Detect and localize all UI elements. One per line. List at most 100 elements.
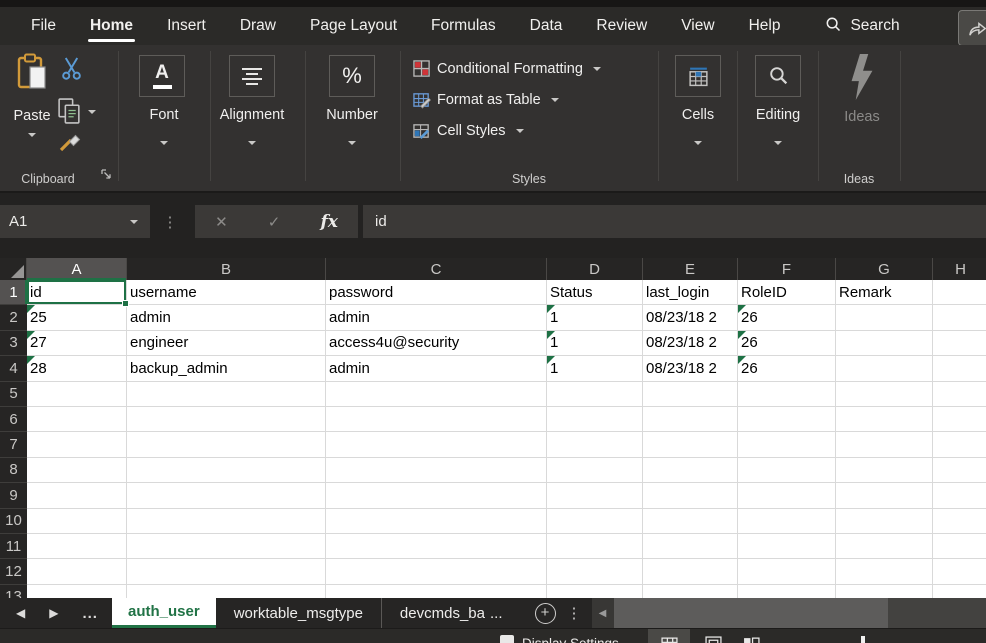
cell-G11[interactable] [836, 534, 933, 559]
font-dropdown-caret[interactable] [119, 132, 209, 150]
cell-H2[interactable] [933, 305, 986, 330]
cell-A2[interactable]: 25 [27, 305, 127, 330]
tab-options-icon[interactable]: ⋮ [567, 604, 582, 622]
sheet-overflow-indicator[interactable]: ... [82, 605, 98, 622]
select-all-corner[interactable] [0, 258, 27, 280]
column-header-C[interactable]: C [326, 258, 547, 280]
cell-D9[interactable] [547, 483, 643, 508]
cell-F8[interactable] [738, 458, 836, 483]
cell-B8[interactable] [127, 458, 326, 483]
cell-E4[interactable]: 08/23/18 2 [643, 356, 738, 381]
row-header-3[interactable]: 3 [0, 331, 27, 356]
cell-B1[interactable]: username [127, 280, 326, 305]
cell-H6[interactable] [933, 407, 986, 432]
row-header-12[interactable]: 12 [0, 559, 27, 584]
zoom-slider-handle[interactable] [861, 636, 865, 643]
cell-D8[interactable] [547, 458, 643, 483]
next-sheet-icon[interactable]: ▶ [49, 606, 58, 620]
clipboard-dialog-launcher-icon[interactable] [100, 167, 112, 185]
scroll-left-icon[interactable]: ◀ [592, 598, 614, 628]
alignment-button[interactable] [229, 55, 275, 97]
cell-H7[interactable] [933, 432, 986, 457]
cells-button[interactable] [675, 55, 721, 97]
menu-item-file[interactable]: File [14, 7, 73, 45]
column-header-H[interactable]: H [933, 258, 986, 280]
prev-sheet-icon[interactable]: ◀ [16, 606, 25, 620]
cell-D2[interactable]: 1 [547, 305, 643, 330]
cell-D12[interactable] [547, 559, 643, 584]
format-painter-button[interactable] [58, 129, 82, 153]
cell-E9[interactable] [643, 483, 738, 508]
page-break-view-button[interactable] [730, 629, 772, 643]
cell-D5[interactable] [547, 382, 643, 407]
row-header-10[interactable]: 10 [0, 509, 27, 534]
cell-B12[interactable] [127, 559, 326, 584]
cell-G12[interactable] [836, 559, 933, 584]
cell-B13[interactable] [127, 585, 326, 598]
cell-C9[interactable] [326, 483, 547, 508]
page-layout-view-button[interactable] [692, 629, 734, 643]
cell-F11[interactable] [738, 534, 836, 559]
cell-B3[interactable]: engineer [127, 331, 326, 356]
cells-dropdown-caret[interactable] [653, 132, 743, 150]
cell-G9[interactable] [836, 483, 933, 508]
cell-E8[interactable] [643, 458, 738, 483]
cell-C5[interactable] [326, 382, 547, 407]
cell-A3[interactable]: 27 [27, 331, 127, 356]
cell-B10[interactable] [127, 509, 326, 534]
fill-handle[interactable] [122, 300, 129, 307]
cell-B5[interactable] [127, 382, 326, 407]
formula-input[interactable]: id [363, 205, 986, 238]
cell-B2[interactable]: admin [127, 305, 326, 330]
display-settings-label[interactable]: Display Settings [522, 636, 619, 643]
row-header-11[interactable]: 11 [0, 534, 27, 559]
sheet-tab-devcmds_ba[interactable]: devcmds_ba... [381, 598, 521, 628]
cell-E3[interactable]: 08/23/18 2 [643, 331, 738, 356]
cell-D3[interactable]: 1 [547, 331, 643, 356]
cell-A10[interactable] [27, 509, 127, 534]
row-header-5[interactable]: 5 [0, 382, 27, 407]
horizontal-scrollbar[interactable]: ◀ [592, 598, 986, 628]
menu-item-data[interactable]: Data [513, 7, 580, 45]
insert-function-icon[interactable]: fx [320, 212, 337, 232]
formula-bar-handle[interactable]: ⋮ [160, 205, 180, 238]
add-sheet-button[interactable]: + [535, 603, 556, 624]
format-as-table-button[interactable]: Format as Table [413, 89, 559, 111]
cell-A1[interactable]: id [27, 280, 127, 305]
alignment-dropdown-caret[interactable] [207, 132, 297, 150]
cell-C11[interactable] [326, 534, 547, 559]
cell-H3[interactable] [933, 331, 986, 356]
cell-G4[interactable] [836, 356, 933, 381]
cell-A13[interactable] [27, 585, 127, 598]
cell-C10[interactable] [326, 509, 547, 534]
cell-A8[interactable] [27, 458, 127, 483]
cell-B11[interactable] [127, 534, 326, 559]
cell-A9[interactable] [27, 483, 127, 508]
cell-F6[interactable] [738, 407, 836, 432]
editing-button[interactable] [755, 55, 801, 97]
sheet-tab-worktable_msgtype[interactable]: worktable_msgtype [216, 598, 381, 628]
cell-F4[interactable]: 26 [738, 356, 836, 381]
menu-item-page-layout[interactable]: Page Layout [293, 7, 414, 45]
cell-C8[interactable] [326, 458, 547, 483]
share-icon[interactable] [958, 10, 986, 46]
cell-B9[interactable] [127, 483, 326, 508]
paste-button[interactable]: Paste [8, 53, 56, 163]
editing-dropdown-caret[interactable] [733, 132, 823, 150]
cell-G8[interactable] [836, 458, 933, 483]
number-button[interactable]: % [329, 55, 375, 97]
cell-G7[interactable] [836, 432, 933, 457]
menu-item-formulas[interactable]: Formulas [414, 7, 513, 45]
column-header-F[interactable]: F [738, 258, 836, 280]
cell-E5[interactable] [643, 382, 738, 407]
cell-B4[interactable]: backup_admin [127, 356, 326, 381]
conditional-formatting-button[interactable]: Conditional Formatting [413, 58, 601, 80]
cell-C4[interactable]: admin [326, 356, 547, 381]
cell-F10[interactable] [738, 509, 836, 534]
cell-C7[interactable] [326, 432, 547, 457]
cell-F13[interactable] [738, 585, 836, 598]
column-header-B[interactable]: B [127, 258, 326, 280]
menu-item-review[interactable]: Review [579, 7, 664, 45]
cell-E2[interactable]: 08/23/18 2 [643, 305, 738, 330]
cell-H13[interactable] [933, 585, 986, 598]
